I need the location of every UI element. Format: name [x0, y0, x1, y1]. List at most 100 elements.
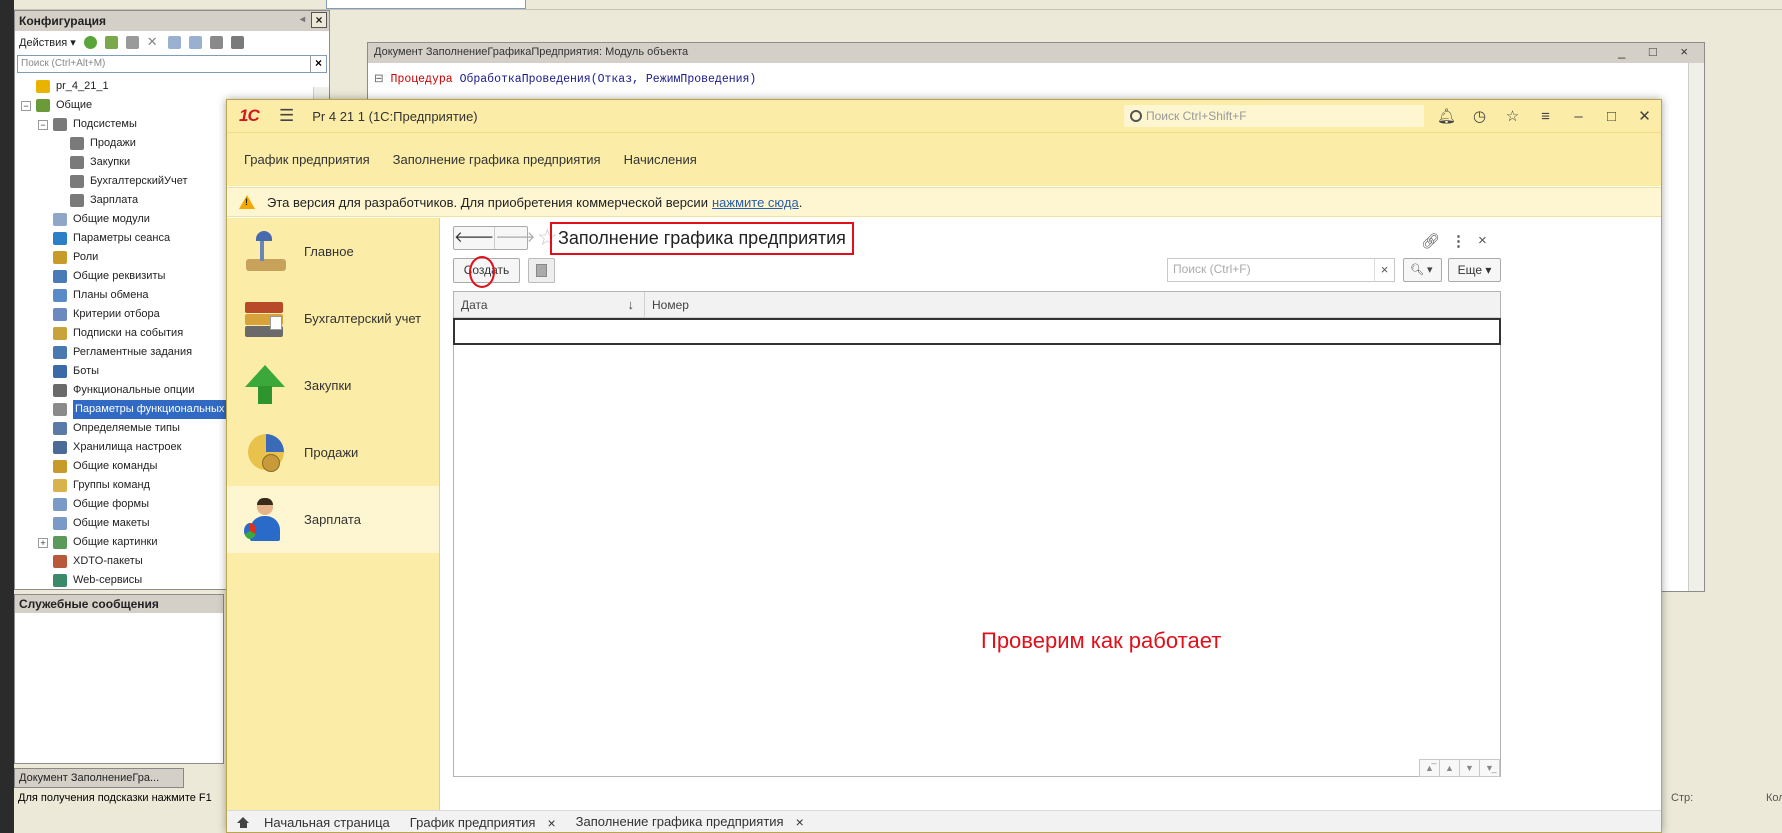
more-button[interactable]: Еще ▾ [1448, 258, 1501, 282]
config-search-input[interactable]: Поиск (Ctrl+Alt+M) × [17, 55, 327, 73]
back-arrow-icon[interactable]: 🡐 [454, 227, 494, 249]
developer-version-warning: Эта версия для разработчиков. Для приобр… [227, 187, 1661, 217]
module-titlebar: Документ ЗаполнениеГрафикаПредприятия: М… [368, 43, 1704, 63]
more-actions-icon[interactable]: ⋮ [1451, 232, 1466, 250]
sidebar-item-label: Главное [304, 244, 354, 259]
sidebar-item[interactable]: Зарплата [227, 486, 439, 553]
sidebar-item-label: Продажи [304, 445, 359, 460]
clear-search-icon[interactable]: × [1374, 259, 1394, 281]
purchase-link[interactable]: нажмите сюда [712, 195, 799, 210]
section-command-link[interactable]: График предприятия [244, 152, 370, 167]
open-window-tab-label: График предприятия [409, 814, 536, 830]
maximize-icon[interactable]: □ [1595, 108, 1628, 125]
tree-expander-icon[interactable]: − [21, 100, 31, 111]
tree-node-icon [70, 194, 84, 207]
sidebar-item-label: Закупки [304, 378, 352, 393]
sidebar-item[interactable]: Бухгалтерский учет [227, 285, 439, 352]
tree-item-label: Роли [73, 251, 99, 263]
filter-icon[interactable] [230, 35, 244, 49]
designer-window-tab[interactable]: Документ ЗаполнениеГра... [14, 768, 184, 788]
tree-item-label: Группы команд [73, 479, 150, 491]
column-date-label: Дата [461, 298, 488, 312]
menu-icon[interactable]: ☰ [279, 106, 294, 126]
scroll-bottom-icon[interactable]: ▼̲ [1479, 759, 1500, 777]
sidebar-item[interactable]: Главное [227, 218, 439, 285]
column-header-number[interactable]: Номер [645, 292, 689, 317]
table-row[interactable] [453, 318, 1501, 345]
tree-item-label: Общие [56, 99, 93, 111]
scroll-top-icon[interactable]: ▲̅ [1419, 759, 1440, 777]
tree-expander-icon[interactable]: − [38, 119, 48, 130]
toolbar-combo[interactable] [326, 0, 526, 9]
tree-node-icon [53, 308, 67, 321]
sidebar-item[interactable]: Продажи [227, 419, 439, 486]
scroll-down-icon[interactable]: ▼ [1459, 759, 1480, 777]
sort-icon[interactable] [209, 35, 223, 49]
close-icon[interactable]: ✕ [1628, 107, 1661, 125]
tree-node-icon [53, 422, 67, 435]
link-icon[interactable]: 🔗︎ [1421, 232, 1440, 250]
search-icon [1130, 110, 1142, 122]
tree-node-icon [53, 403, 67, 416]
close-tab-icon[interactable]: × [547, 812, 555, 833]
column-header-date[interactable]: Дата ↓ [454, 292, 645, 317]
favorites-star-icon[interactable]: ☆ [1496, 107, 1529, 125]
open-window-tab[interactable]: Начальная страница [227, 811, 400, 832]
module-window-buttons[interactable]: _ □ × [1618, 44, 1698, 59]
green-arrow-up-icon [242, 363, 288, 409]
tree-item-label: Планы обмена [73, 289, 149, 301]
sidebar-item[interactable]: Закупки [227, 352, 439, 419]
minimize-icon[interactable]: – [1562, 108, 1595, 125]
tree-item-label: Подсистемы [73, 118, 137, 130]
scroll-up-icon[interactable]: ▲ [1439, 759, 1460, 777]
sidebar-item-label: Бухгалтерский учет [304, 311, 422, 326]
tree-item-label: Общие макеты [73, 517, 150, 529]
add-icon[interactable] [83, 35, 97, 49]
move-up-icon[interactable] [167, 35, 181, 49]
bell-icon[interactable]: 🔔︎ [1430, 107, 1463, 125]
tree-item-label: Зарплата [90, 194, 139, 206]
person-icon [242, 497, 288, 543]
create-button[interactable]: Создать [453, 258, 520, 283]
module-code-editor[interactable]: ⊟ Процедура ОбработкаПроведения(Отказ, Р… [368, 63, 1704, 94]
lamp-icon [242, 229, 288, 275]
global-search-input[interactable]: Поиск Ctrl+Shift+F [1124, 105, 1424, 127]
open-window-tab[interactable]: Заполнение графика предприятия × [566, 811, 814, 833]
pin-icon[interactable]: ◂ [300, 14, 305, 25]
close-form-icon[interactable]: × [1478, 232, 1487, 249]
search-options-button[interactable]: 🔍︎ ▾ [1403, 258, 1442, 282]
tree-item-label: Критерии отбора [73, 308, 160, 320]
tree-expander-icon[interactable]: + [38, 537, 48, 548]
sidebar-item-label: Зарплата [304, 512, 361, 527]
close-icon[interactable]: × [311, 12, 327, 28]
module-scrollbar[interactable] [1688, 63, 1704, 591]
actions-menu[interactable]: Действия ▾ [19, 36, 76, 49]
forward-arrow-icon[interactable]: 🡒 [494, 227, 535, 249]
open-window-tab[interactable]: График предприятия × [400, 811, 566, 833]
close-tab-icon[interactable]: × [796, 811, 804, 833]
table-scroll-buttons: ▲̅ ▲ ▼ ▼̲ [1419, 759, 1500, 777]
tree-node-icon [53, 346, 67, 359]
clear-search-icon[interactable]: × [310, 56, 326, 72]
global-search-placeholder: Поиск Ctrl+Shift+F [1146, 109, 1247, 123]
titlebar-actions: 🔔︎ ◷ ☆ ≡ – □ ✕ [1430, 100, 1661, 132]
binders-icon [242, 296, 288, 342]
copy-icon[interactable] [125, 35, 139, 49]
open-window-tab-label: Заполнение графика предприятия [575, 813, 784, 829]
move-down-icon[interactable] [188, 35, 202, 49]
tree-item[interactable]: pr_4_21_1 [17, 77, 327, 96]
edit-icon[interactable] [104, 35, 118, 49]
tree-item-label: Регламентные задания [73, 346, 193, 358]
enterprise-client-window: 1С ☰ Pr 4 21 1 (1С:Предприятие) Поиск Ct… [226, 99, 1662, 833]
tree-node-icon [53, 384, 67, 397]
settings-menu-icon[interactable]: ≡ [1529, 108, 1562, 125]
delete-icon[interactable]: ✕ [147, 35, 160, 49]
history-icon[interactable]: ◷ [1463, 107, 1496, 125]
nav-buttons: 🡐 🡒 [453, 226, 535, 250]
tree-node-icon [53, 479, 67, 492]
section-command-link[interactable]: Заполнение графика предприятия [393, 152, 601, 167]
tree-node-icon [53, 289, 67, 302]
section-command-link[interactable]: Начисления [624, 152, 697, 167]
copy-button[interactable] [528, 258, 555, 283]
list-search-input[interactable]: Поиск (Ctrl+F) × [1167, 258, 1395, 282]
